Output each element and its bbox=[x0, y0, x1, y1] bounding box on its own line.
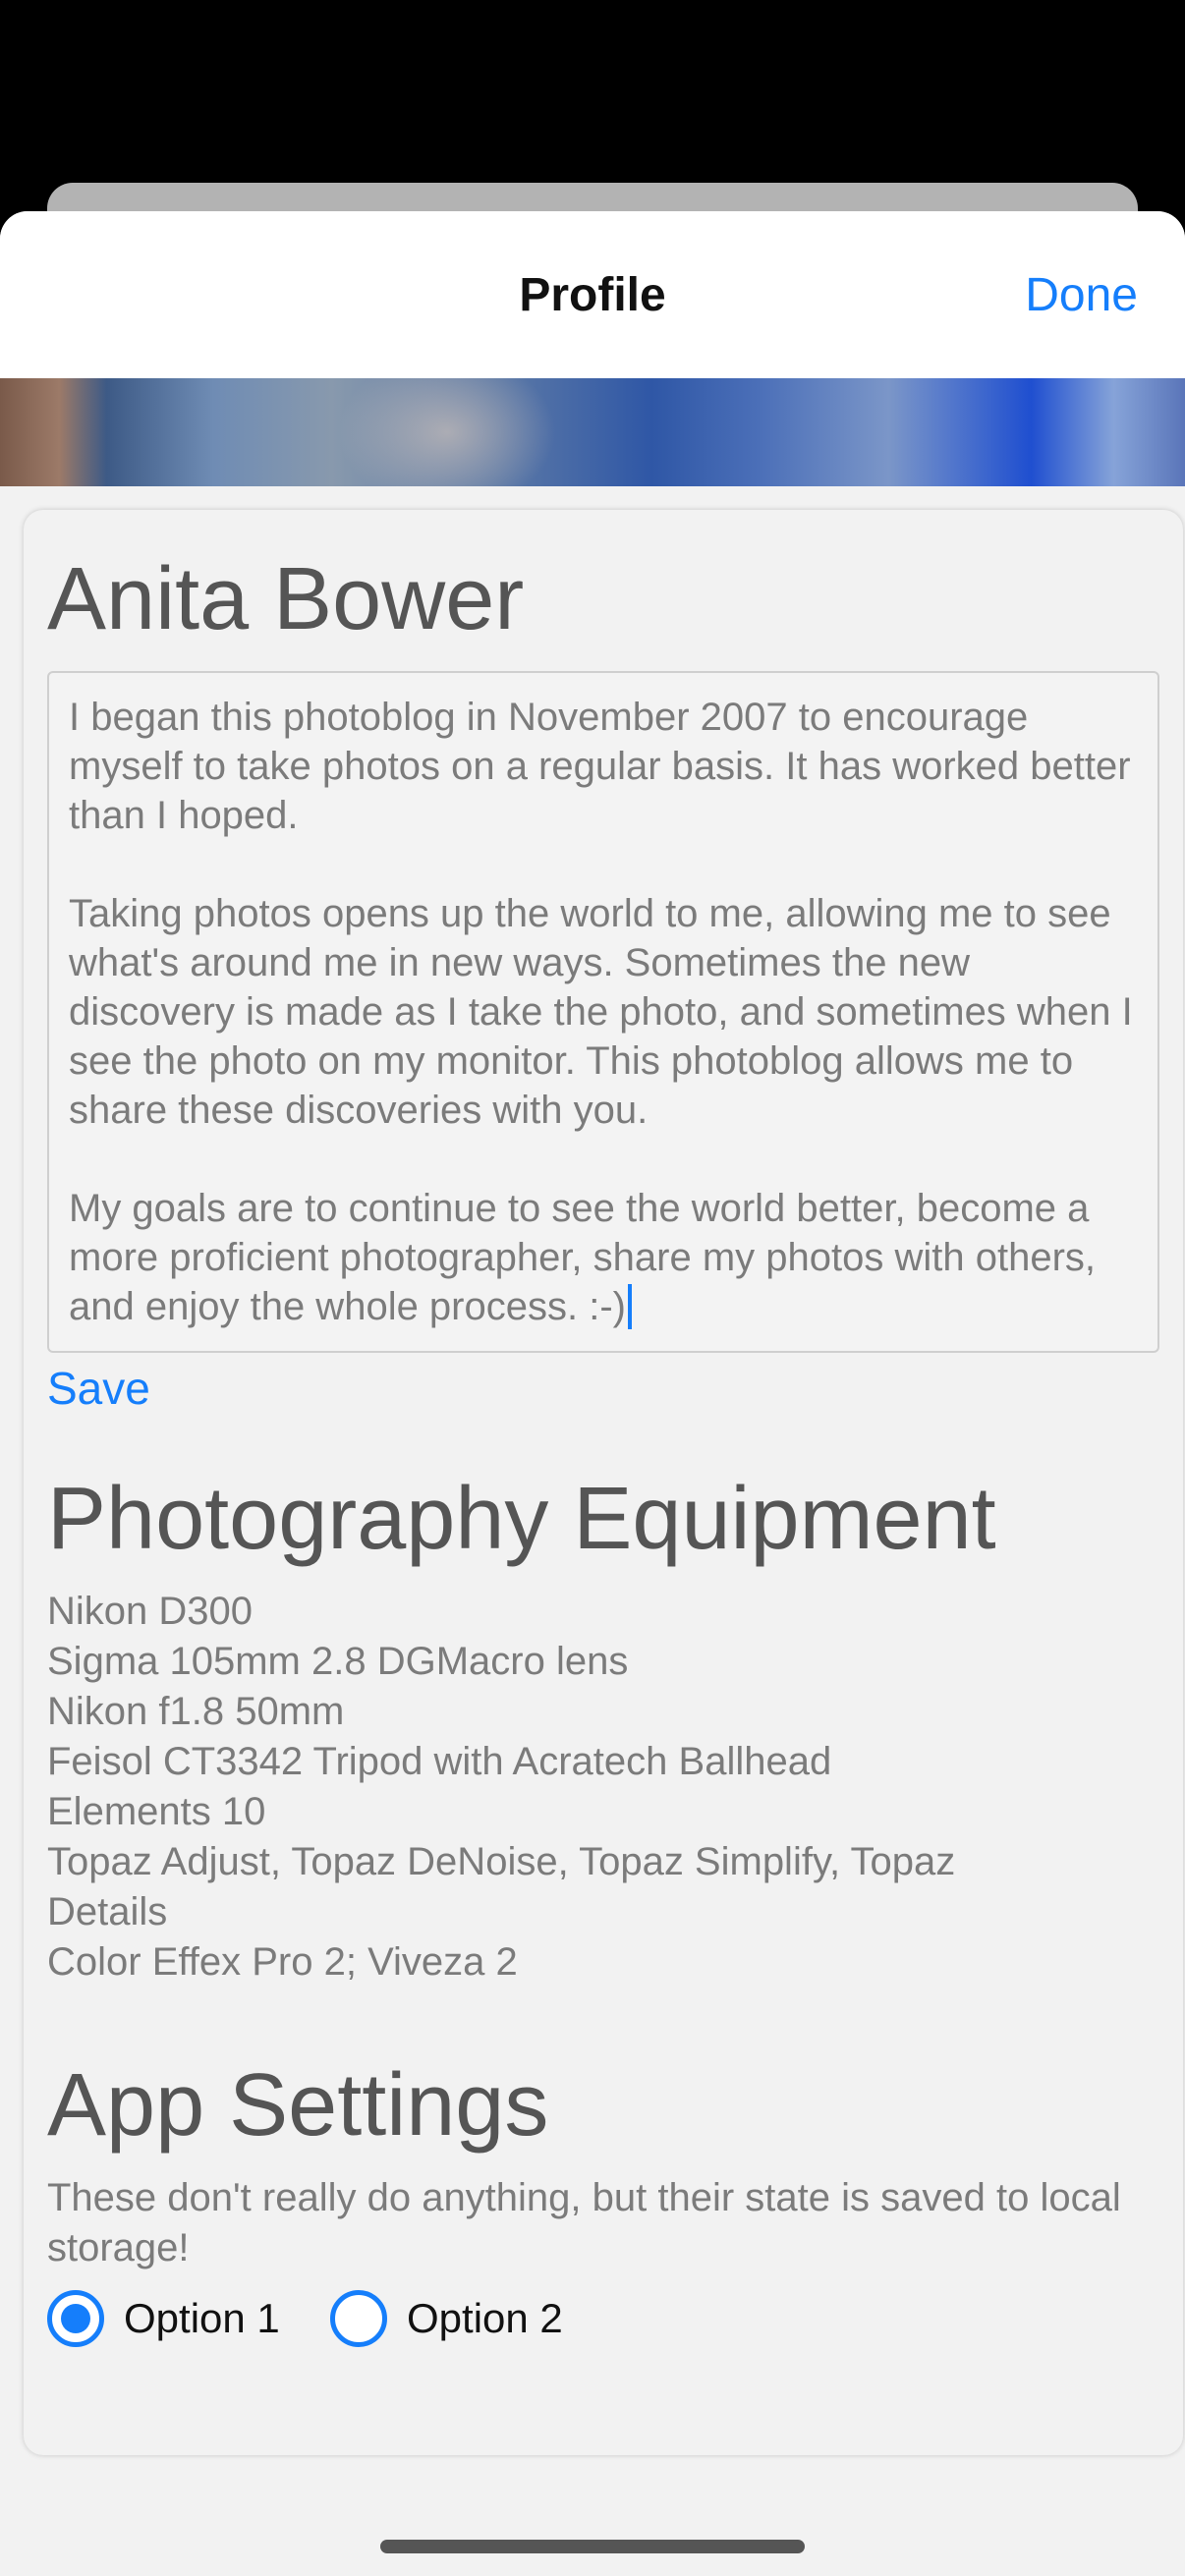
done-button[interactable]: Done bbox=[1025, 268, 1138, 322]
equipment-item: Topaz Adjust, Topaz DeNoise, Topaz Simpl… bbox=[47, 1840, 956, 1883]
bio-textarea[interactable]: I began this photoblog in November 2007 … bbox=[47, 671, 1159, 1353]
option-1-radio[interactable]: Option 1 bbox=[47, 2290, 280, 2347]
equipment-item: Nikon f1.8 50mm bbox=[47, 1690, 345, 1733]
home-indicator bbox=[380, 2540, 805, 2553]
equipment-item: Color Effex Pro 2; Viveza 2 bbox=[47, 1940, 518, 1984]
save-button[interactable]: Save bbox=[47, 1362, 150, 1415]
equipment-item: Feisol CT3342 Tripod with Acratech Ballh… bbox=[47, 1740, 832, 1783]
option-2-label: Option 2 bbox=[407, 2295, 563, 2341]
settings-description: These don't really do anything, but thei… bbox=[47, 2176, 1121, 2269]
radio-checked-icon[interactable] bbox=[47, 2290, 104, 2347]
profile-card: Anita Bower I began this photoblog in No… bbox=[24, 510, 1183, 2455]
equipment-heading: Photography Equipment bbox=[47, 1470, 996, 1568]
equipment-item: Details bbox=[47, 1890, 168, 1933]
profile-sheet: Profile Done Anita Bower I began this ph… bbox=[0, 211, 1185, 2576]
equipment-item: Elements 10 bbox=[47, 1790, 266, 1833]
cover-photo bbox=[0, 378, 1185, 486]
option-1-label: Option 1 bbox=[124, 2295, 280, 2341]
radio-unchecked-icon[interactable] bbox=[330, 2290, 387, 2347]
page-title: Profile bbox=[519, 269, 666, 321]
app-settings-heading: App Settings bbox=[47, 2056, 549, 2155]
equipment-list: Nikon D300 Sigma 105mm 2.8 DGMacro lens … bbox=[47, 1587, 1138, 1988]
option-2-radio[interactable]: Option 2 bbox=[330, 2290, 563, 2347]
equipment-item: Nikon D300 bbox=[47, 1590, 254, 1633]
navigation-bar: Profile Done bbox=[0, 211, 1185, 378]
text-cursor bbox=[627, 1284, 632, 1329]
equipment-item: Sigma 105mm 2.8 DGMacro lens bbox=[47, 1640, 629, 1683]
profile-name: Anita Bower bbox=[47, 550, 525, 648]
bio-text: I began this photoblog in November 2007 … bbox=[69, 696, 1133, 1328]
